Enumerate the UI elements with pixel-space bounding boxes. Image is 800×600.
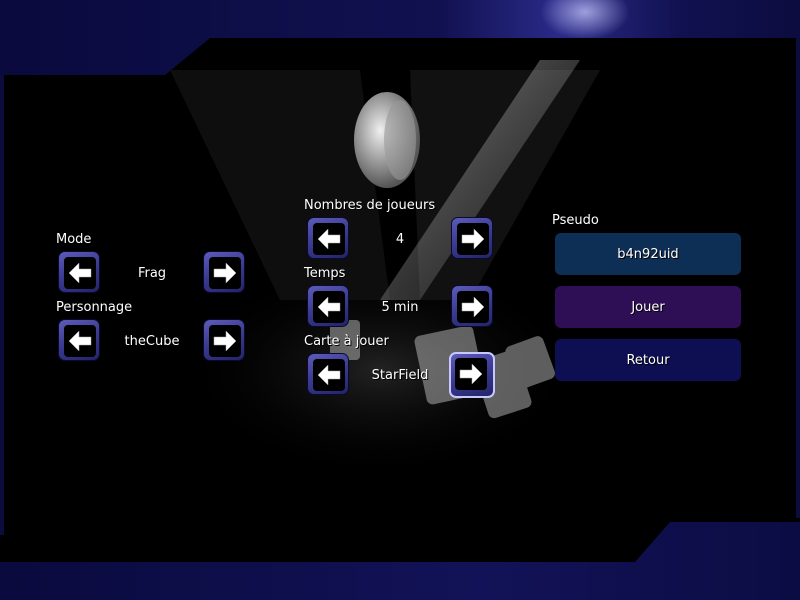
map-next-button[interactable] xyxy=(449,352,495,398)
pseudo-label: Pseudo xyxy=(552,213,599,228)
arrow-left-icon xyxy=(317,364,341,386)
players-label: Nombres de joueurs xyxy=(304,198,436,213)
back-button[interactable]: Retour xyxy=(555,339,741,381)
players-next-button[interactable] xyxy=(451,217,493,259)
mode-prev-button[interactable] xyxy=(58,251,100,293)
arrow-left-icon xyxy=(68,330,92,352)
character-label: Personnage xyxy=(56,300,133,315)
arrow-right-icon xyxy=(213,262,237,284)
character-value: theCube xyxy=(124,334,180,349)
pseudo-input[interactable]: b4n92uid xyxy=(555,233,741,275)
arrow-left-icon xyxy=(317,296,341,318)
map-value: StarField xyxy=(371,368,429,383)
players-prev-button[interactable] xyxy=(307,217,349,259)
mode-value: Frag xyxy=(137,266,167,281)
arrow-right-icon xyxy=(459,363,483,385)
time-prev-button[interactable] xyxy=(307,285,349,327)
time-label: Temps xyxy=(304,266,346,281)
arrow-left-icon xyxy=(68,262,92,284)
arrow-right-icon xyxy=(213,330,237,352)
character-next-button[interactable] xyxy=(203,319,245,361)
time-value: 5 min xyxy=(381,300,419,315)
map-label: Carte à jouer xyxy=(304,334,389,349)
character-prev-button[interactable] xyxy=(58,319,100,361)
arrow-right-icon xyxy=(461,228,485,250)
arrow-left-icon xyxy=(317,228,341,250)
mode-next-button[interactable] xyxy=(203,251,245,293)
time-next-button[interactable] xyxy=(451,285,493,327)
map-prev-button[interactable] xyxy=(307,353,349,395)
arrow-right-icon xyxy=(461,296,485,318)
mode-label: Mode xyxy=(56,232,92,247)
play-button[interactable]: Jouer xyxy=(555,286,741,328)
players-value: 4 xyxy=(395,232,405,247)
